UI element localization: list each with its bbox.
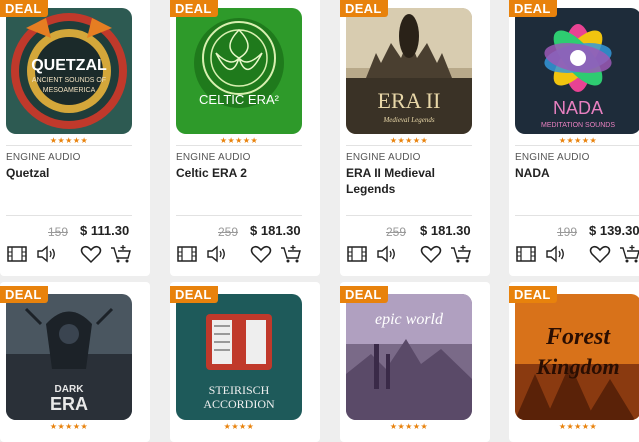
divider [176, 215, 302, 216]
product-image[interactable]: STEIRISCH ACCORDION [176, 294, 302, 420]
svg-text:ERA II: ERA II [378, 88, 441, 113]
video-icon[interactable] [346, 244, 368, 264]
rating-stars: ★★★★★ [49, 422, 89, 431]
sale-price: $ 181.30 [250, 223, 301, 238]
speaker-icon[interactable] [206, 244, 228, 264]
divider [515, 215, 639, 216]
product-brand: ENGINE AUDIO [6, 152, 81, 163]
heart-icon[interactable] [80, 244, 102, 264]
product-card-forest-kingdom[interactable]: DEAL Forest Kingdom ★★★★★ [509, 282, 639, 442]
add-to-cart-icon[interactable] [280, 244, 302, 264]
product-brand: ENGINE AUDIO [515, 152, 590, 163]
product-card-celtic-era-2[interactable]: DEAL CELTIC ERA² ★★★★★ ENGINE AUDIO Celt… [170, 0, 320, 276]
product-image[interactable]: NADA MEDITATION SOUNDS [515, 8, 639, 134]
product-title[interactable]: NADA [515, 165, 639, 181]
deal-badge: DEAL [509, 286, 557, 303]
deal-badge: DEAL [340, 286, 388, 303]
deal-badge: DEAL [509, 0, 557, 17]
old-price: 159 [48, 225, 69, 239]
product-brand: ENGINE AUDIO [346, 152, 421, 163]
product-card-era-ii[interactable]: DEAL ERA II Medieval Legends ★★★★★ ENGIN… [340, 0, 490, 276]
deal-badge: DEAL [170, 286, 218, 303]
video-icon[interactable] [515, 244, 537, 264]
product-title[interactable]: Celtic ERA 2 [176, 165, 306, 181]
svg-text:NADA: NADA [553, 98, 603, 118]
svg-text:CELTIC ERA²: CELTIC ERA² [199, 92, 280, 107]
sale-price: $ 181.30 [420, 223, 471, 238]
product-card-steirisch-accordion[interactable]: DEAL STEIRISCH ACCORDION ★★★★ [170, 282, 320, 442]
product-card-nada[interactable]: DEAL NADA MEDITATION SOUNDS ★★★★★ ENGINE… [509, 0, 639, 276]
rating-stars: ★★★★★ [49, 136, 89, 145]
rating-stars: ★★★★★ [219, 136, 259, 145]
product-image[interactable]: DARK ERA [6, 294, 132, 420]
product-image[interactable]: ERA II Medieval Legends [346, 8, 472, 134]
sale-price: $ 139.30 [589, 223, 639, 238]
svg-text:MEDITATION SOUNDS: MEDITATION SOUNDS [541, 122, 615, 129]
deal-badge: DEAL [340, 0, 388, 17]
divider [346, 215, 472, 216]
speaker-icon[interactable] [545, 244, 567, 264]
product-image[interactable]: Forest Kingdom [515, 294, 639, 420]
svg-text:MESOAMERICA: MESOAMERICA [43, 87, 96, 94]
product-image[interactable]: QUETZAL ANCIENT SOUNDS OF MESOAMERICA [6, 8, 132, 134]
deal-badge: DEAL [170, 0, 218, 17]
rating-stars: ★★★★★ [558, 136, 598, 145]
video-icon[interactable] [6, 244, 28, 264]
speaker-icon[interactable] [36, 244, 58, 264]
rating-stars: ★★★★★ [389, 136, 429, 145]
product-image[interactable]: epic world [346, 294, 472, 420]
product-card-dark-era[interactable]: DEAL DARK ERA ★★★★★ [0, 282, 150, 442]
svg-text:Forest: Forest [545, 324, 611, 350]
heart-icon[interactable] [589, 244, 611, 264]
svg-text:ANCIENT SOUNDS OF: ANCIENT SOUNDS OF [32, 77, 106, 84]
old-price: 199 [557, 225, 578, 239]
rating-stars: ★★★★ [223, 422, 255, 431]
heart-icon[interactable] [250, 244, 272, 264]
speaker-icon[interactable] [376, 244, 398, 264]
divider [6, 215, 132, 216]
svg-text:ACCORDION: ACCORDION [203, 397, 275, 411]
divider [515, 145, 639, 146]
old-price: 259 [218, 225, 239, 239]
heart-icon[interactable] [420, 244, 442, 264]
add-to-cart-icon[interactable] [110, 244, 132, 264]
svg-text:STEIRISCH: STEIRISCH [209, 383, 270, 397]
svg-text:epic world: epic world [375, 311, 444, 328]
svg-text:ERA: ERA [50, 394, 88, 414]
deal-badge: DEAL [0, 286, 48, 303]
rating-stars: ★★★★★ [389, 422, 429, 431]
product-card-quetzal[interactable]: DEAL QUETZAL ANCIENT SOUNDS OF MESOAMERI… [0, 0, 150, 276]
rating-stars: ★★★★★ [558, 422, 598, 431]
add-to-cart-icon[interactable] [450, 244, 472, 264]
divider [346, 145, 472, 146]
old-price: 259 [386, 225, 407, 239]
video-icon[interactable] [176, 244, 198, 264]
product-title[interactable]: Quetzal [6, 165, 136, 181]
svg-text:QUETZAL: QUETZAL [31, 57, 107, 74]
deal-badge: DEAL [0, 0, 48, 17]
add-to-cart-icon[interactable] [619, 244, 639, 264]
product-card-epic-world[interactable]: DEAL epic world ★★★★★ [340, 282, 490, 442]
divider [6, 145, 132, 146]
svg-text:Medieval Legends: Medieval Legends [382, 116, 434, 124]
sale-price: $ 111.30 [80, 223, 130, 238]
divider [176, 145, 302, 146]
product-brand: ENGINE AUDIO [176, 152, 251, 163]
svg-text:Kingdom: Kingdom [535, 354, 619, 379]
product-title[interactable]: ERA II Medieval Legends [346, 165, 476, 197]
product-image[interactable]: CELTIC ERA² [176, 8, 302, 134]
